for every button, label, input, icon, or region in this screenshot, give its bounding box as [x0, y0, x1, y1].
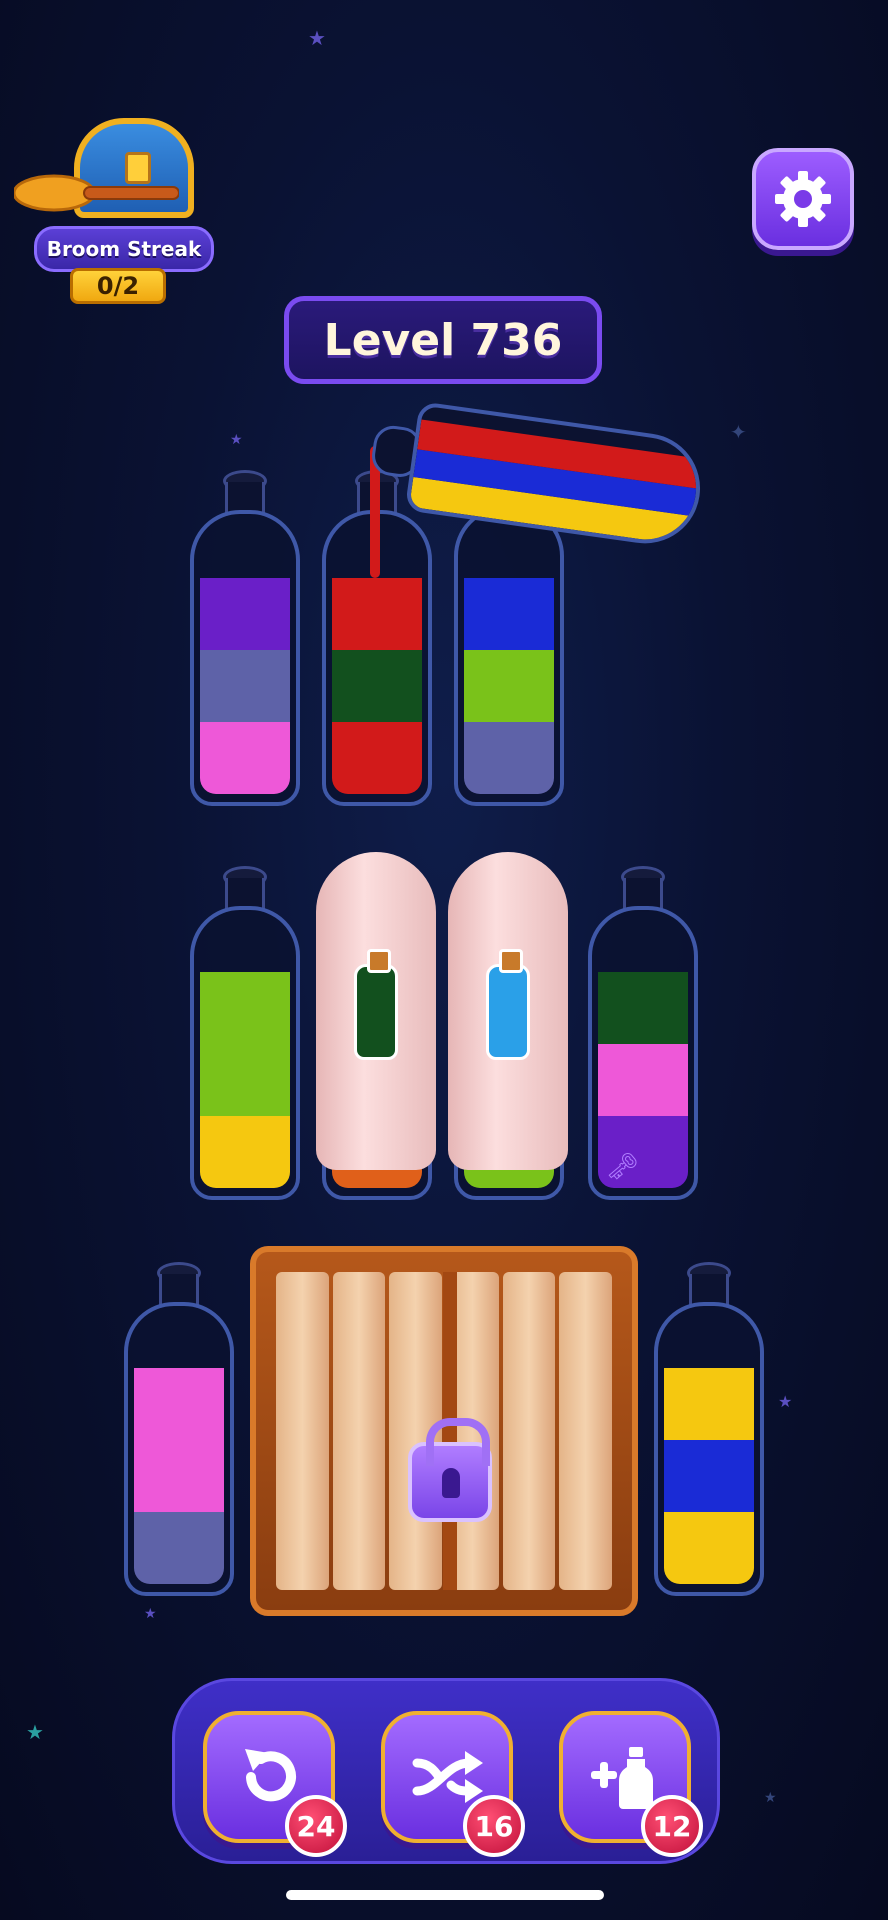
liquid-layer-slate: [134, 1512, 224, 1584]
shuffle-button[interactable]: 16: [381, 1711, 525, 1857]
shuffle-count-badge: 16: [463, 1795, 525, 1857]
add-bottle-button[interactable]: 12: [559, 1711, 703, 1857]
veiled-bottle-cover: [448, 852, 568, 1170]
star-decoration: ★: [764, 1790, 777, 1806]
liquid-layer-slate: [200, 650, 290, 722]
star-decoration: ✦: [730, 420, 747, 444]
hidden-color-hint: [486, 949, 530, 1060]
bottle-3[interactable]: [454, 506, 564, 806]
liquid-layer-pink: [598, 1044, 688, 1116]
key-icon: 🗝: [606, 1152, 640, 1182]
liquid-layer-yellow: [664, 1368, 754, 1440]
home-indicator: [286, 1890, 604, 1900]
bottle-1[interactable]: [190, 470, 300, 806]
broom-streak-count: 0/2: [70, 268, 166, 304]
bottle-9[interactable]: [654, 1262, 764, 1596]
liquid-layer-lime: [464, 650, 554, 722]
broom-streak-label: Broom Streak: [34, 226, 214, 272]
liquid-layer-purple: [200, 578, 290, 650]
liquid-layer-pink: [134, 1368, 224, 1440]
star-decoration: ★: [308, 26, 326, 50]
star-decoration: ★: [230, 432, 243, 448]
star-decoration: ★: [26, 1720, 44, 1744]
settings-button[interactable]: [752, 148, 854, 250]
liquid-layer-pink: [200, 722, 290, 794]
bottle-7[interactable]: 🗝: [588, 866, 698, 1200]
liquid-layer-pink: [134, 1440, 224, 1512]
liquid-layer-red: [332, 722, 422, 794]
undo-count-badge: 24: [285, 1795, 347, 1857]
liquid-layer-red: [332, 578, 422, 650]
hidden-color-hint: [354, 949, 398, 1060]
bottle-4[interactable]: [190, 866, 300, 1200]
liquid-layer-slate: [464, 722, 554, 794]
padlock-icon: [408, 1418, 492, 1522]
star-decoration: ★: [144, 1606, 157, 1622]
broom-icon: [14, 174, 179, 212]
add-bottle-count-badge: 12: [641, 1795, 703, 1857]
liquid-layer-lime: [200, 972, 290, 1044]
star-decoration: ★: [778, 1392, 793, 1411]
veiled-bottle-cover: [316, 852, 436, 1170]
locked-gate[interactable]: [250, 1246, 638, 1616]
liquid-layer-dark_green: [598, 972, 688, 1044]
liquid-layer-dark_green: [332, 650, 422, 722]
liquid-layer-blue: [464, 578, 554, 650]
liquid-layer-blue: [664, 1440, 754, 1512]
bottle-8[interactable]: [124, 1262, 234, 1596]
broom-streak-widget[interactable]: Broom Streak 0/2: [14, 118, 214, 304]
liquid-layer-yellow: [664, 1512, 754, 1584]
liquid-layer-yellow: [200, 1116, 290, 1188]
liquid-layer-lime: [200, 1044, 290, 1116]
level-indicator: Level 736: [284, 296, 602, 384]
gear-icon: [775, 171, 831, 227]
booster-toolbar: 24 16 12: [172, 1678, 720, 1864]
undo-button[interactable]: 24: [203, 1711, 347, 1857]
